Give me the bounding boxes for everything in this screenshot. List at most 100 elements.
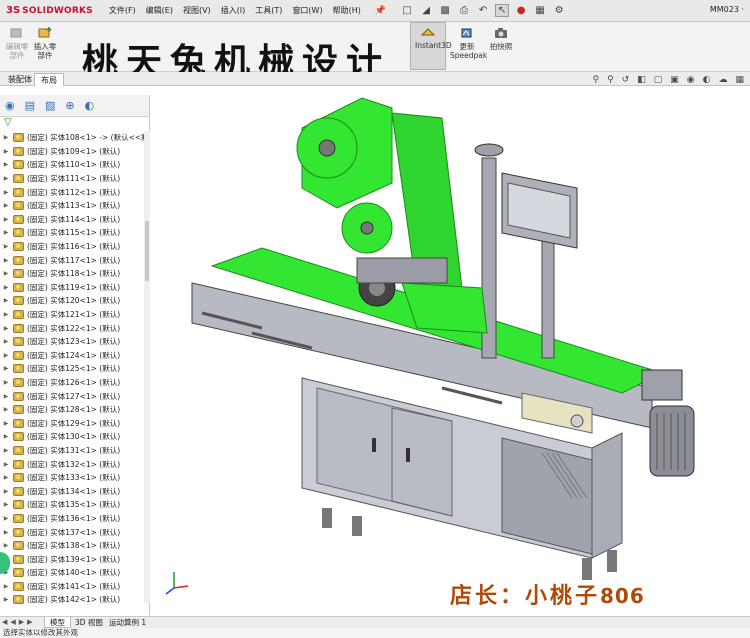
expand-arrow-icon[interactable]: ▶ bbox=[2, 338, 10, 345]
tree-node[interactable]: ▶ (固定) 实体129<1> (默认) bbox=[0, 416, 150, 430]
tree-node[interactable]: ▶ (固定) 实体117<1> (默认) bbox=[0, 253, 150, 267]
expand-arrow-icon[interactable]: ▶ bbox=[2, 189, 10, 196]
tree-node[interactable]: ▶ (固定) 实体118<1> (默认) bbox=[0, 267, 150, 281]
tree-node[interactable]: ▶ (固定) 实体116<1> (默认) bbox=[0, 240, 150, 254]
options-gear-icon[interactable]: ⚙ bbox=[552, 5, 566, 16]
expand-arrow-icon[interactable]: ▶ bbox=[2, 243, 10, 250]
tab-motion-study[interactable]: 运动算例 1 bbox=[104, 617, 151, 628]
tree-node[interactable]: ▶ (固定) 实体132<1> (默认) bbox=[0, 457, 150, 471]
menu-insert[interactable]: 插入(I) bbox=[221, 5, 246, 16]
tab-layout[interactable]: 布局 bbox=[34, 73, 64, 86]
zoom-area-icon[interactable]: ⚲ bbox=[607, 75, 614, 85]
section-view-icon[interactable]: ◧ bbox=[637, 75, 646, 85]
tree-node[interactable]: ▶ (固定) 实体121<1> (默认) bbox=[0, 308, 150, 322]
tree-node[interactable]: ▶ (固定) 实体131<1> (默认) bbox=[0, 444, 150, 458]
expand-arrow-icon[interactable]: ▶ bbox=[2, 461, 10, 468]
expand-arrow-icon[interactable]: ▶ bbox=[2, 325, 10, 332]
insert-part-button[interactable]: 插入零 部件 bbox=[32, 26, 58, 60]
tree-node[interactable]: ▶ (固定) 实体109<1> (默认) bbox=[0, 145, 150, 159]
tree-node[interactable]: ▶ (固定) 实体128<1> (默认) bbox=[0, 403, 150, 417]
configuration-manager-icon[interactable]: ▨ bbox=[45, 99, 55, 112]
tree-node[interactable]: ▶ (固定) 实体124<1> (默认) bbox=[0, 349, 150, 363]
expand-arrow-icon[interactable]: ▶ bbox=[2, 148, 10, 155]
tree-node[interactable]: ▶ (固定) 实体136<1> (默认) bbox=[0, 512, 150, 526]
hide-show-icon[interactable]: ◉ bbox=[687, 75, 695, 85]
expand-arrow-icon[interactable]: ▶ bbox=[2, 202, 10, 209]
tree-scrollbar[interactable] bbox=[144, 131, 150, 603]
expand-arrow-icon[interactable]: ▶ bbox=[2, 529, 10, 536]
appearance-icon[interactable]: ◐ bbox=[703, 75, 711, 85]
tree-node[interactable]: ▶ (固定) 实体119<1> (默认) bbox=[0, 281, 150, 295]
display-manager-icon[interactable]: ◐ bbox=[85, 99, 95, 112]
expand-arrow-icon[interactable]: ▶ bbox=[2, 216, 10, 223]
view-orientation-icon[interactable]: ▢ bbox=[654, 75, 663, 85]
menu-tools[interactable]: 工具(T) bbox=[255, 5, 282, 16]
tab-model[interactable]: 模型 bbox=[44, 617, 71, 628]
edit-part-button[interactable]: 编辑零 部件 bbox=[4, 26, 30, 60]
menu-view[interactable]: 视图(V) bbox=[183, 5, 211, 16]
tab-3d-view[interactable]: 3D 视图 bbox=[70, 617, 108, 628]
expand-arrow-icon[interactable]: ▶ bbox=[2, 284, 10, 291]
expand-arrow-icon[interactable]: ▶ bbox=[2, 596, 10, 603]
tree-node[interactable]: ▶ (固定) 实体110<1> (默认) bbox=[0, 158, 150, 172]
rebuild-icon[interactable]: ▦ bbox=[533, 5, 547, 16]
expand-arrow-icon[interactable]: ▶ bbox=[2, 161, 10, 168]
menu-help[interactable]: 帮助(H) bbox=[333, 5, 361, 16]
expand-arrow-icon[interactable]: ▶ bbox=[2, 297, 10, 304]
expand-arrow-icon[interactable]: ▶ bbox=[2, 175, 10, 182]
expand-arrow-icon[interactable]: ▶ bbox=[2, 393, 10, 400]
tree-node[interactable]: ▶ (固定) 实体115<1> (默认) bbox=[0, 226, 150, 240]
expand-arrow-icon[interactable]: ▶ bbox=[2, 406, 10, 413]
tree-node[interactable]: ▶ (固定) 实体134<1> (默认) bbox=[0, 484, 150, 498]
tree-node[interactable]: ▶ (固定) 实体133<1> (默认) bbox=[0, 471, 150, 485]
expand-arrow-icon[interactable]: ▶ bbox=[2, 134, 10, 141]
menu-file[interactable]: 文件(F) bbox=[109, 5, 136, 16]
zoom-fit-icon[interactable]: ⚲ bbox=[592, 75, 599, 85]
expand-arrow-icon[interactable]: ▶ bbox=[2, 501, 10, 508]
tree-node[interactable]: ▶ (固定) 实体126<1> (默认) bbox=[0, 376, 150, 390]
expand-arrow-icon[interactable]: ▶ bbox=[2, 229, 10, 236]
print-icon[interactable]: ⎙ bbox=[457, 5, 471, 16]
snapshot-button[interactable]: 拍快照 bbox=[488, 26, 514, 51]
tree-scrollbar-thumb[interactable] bbox=[145, 221, 149, 281]
property-manager-icon[interactable]: ▤ bbox=[25, 99, 35, 112]
expand-arrow-icon[interactable]: ▶ bbox=[2, 542, 10, 549]
expand-arrow-icon[interactable]: ▶ bbox=[2, 311, 10, 318]
graphics-area[interactable] bbox=[152, 88, 750, 616]
expand-arrow-icon[interactable]: ▶ bbox=[2, 270, 10, 277]
menu-edit[interactable]: 编辑(E) bbox=[146, 5, 173, 16]
traffic-light-icon[interactable]: ● bbox=[514, 5, 528, 16]
labeling-machine-model[interactable] bbox=[152, 88, 750, 616]
select-pointer-icon[interactable]: ↖ bbox=[495, 4, 510, 17]
expand-arrow-icon[interactable]: ▶ bbox=[2, 447, 10, 454]
pin-icon[interactable]: 📌 bbox=[375, 6, 386, 16]
tree-node[interactable]: ▶ (固定) 实体114<1> (默认) bbox=[0, 213, 150, 227]
save-icon[interactable]: ▩ bbox=[438, 5, 452, 16]
filter-icon[interactable]: ▽ bbox=[0, 117, 149, 131]
feature-tree-icon[interactable]: ◉ bbox=[5, 99, 15, 112]
undo-icon[interactable]: ↶ bbox=[476, 5, 490, 16]
tab-scroll-arrows-icon[interactable]: ◀◀▶▶ bbox=[2, 618, 36, 626]
expand-arrow-icon[interactable]: ▶ bbox=[2, 257, 10, 264]
expand-arrow-icon[interactable]: ▶ bbox=[2, 515, 10, 522]
dimxpert-icon[interactable]: ⊕ bbox=[65, 99, 74, 112]
update-speedpak-button[interactable]: 更新 Speedpak bbox=[450, 26, 487, 60]
tree-node[interactable]: ▶ (固定) 实体120<1> (默认) bbox=[0, 294, 150, 308]
expand-arrow-icon[interactable]: ▶ bbox=[2, 352, 10, 359]
tree-node[interactable]: ▶ (固定) 实体125<1> (默认) bbox=[0, 362, 150, 376]
open-folder-icon[interactable]: ◢ bbox=[419, 5, 433, 16]
tree-node[interactable]: ▶ (固定) 实体130<1> (默认) bbox=[0, 430, 150, 444]
expand-arrow-icon[interactable]: ▶ bbox=[2, 433, 10, 440]
tree-node[interactable]: ▶ (固定) 实体122<1> (默认) bbox=[0, 321, 150, 335]
tree-node[interactable]: ▶ (固定) 实体138<1> (默认) bbox=[0, 539, 150, 553]
expand-arrow-icon[interactable]: ▶ bbox=[2, 420, 10, 427]
tree-node[interactable]: ▶ (固定) 实体108<1> -> (默认<<默 bbox=[0, 131, 150, 145]
tab-assembly[interactable]: 装配体 bbox=[2, 73, 38, 86]
tree-node[interactable]: ▶ (固定) 实体112<1> (默认) bbox=[0, 185, 150, 199]
expand-arrow-icon[interactable]: ▶ bbox=[2, 379, 10, 386]
tree-node[interactable]: ▶ (固定) 实体111<1> (默认) bbox=[0, 172, 150, 186]
tree-node[interactable]: ▶ (固定) 实体140<1> (默认) bbox=[0, 566, 150, 580]
tree-node[interactable]: ▶ (固定) 实体142<1> (默认) bbox=[0, 593, 150, 607]
previous-view-icon[interactable]: ↺ bbox=[622, 75, 630, 85]
tree-node[interactable]: ▶ (固定) 实体135<1> (默认) bbox=[0, 498, 150, 512]
